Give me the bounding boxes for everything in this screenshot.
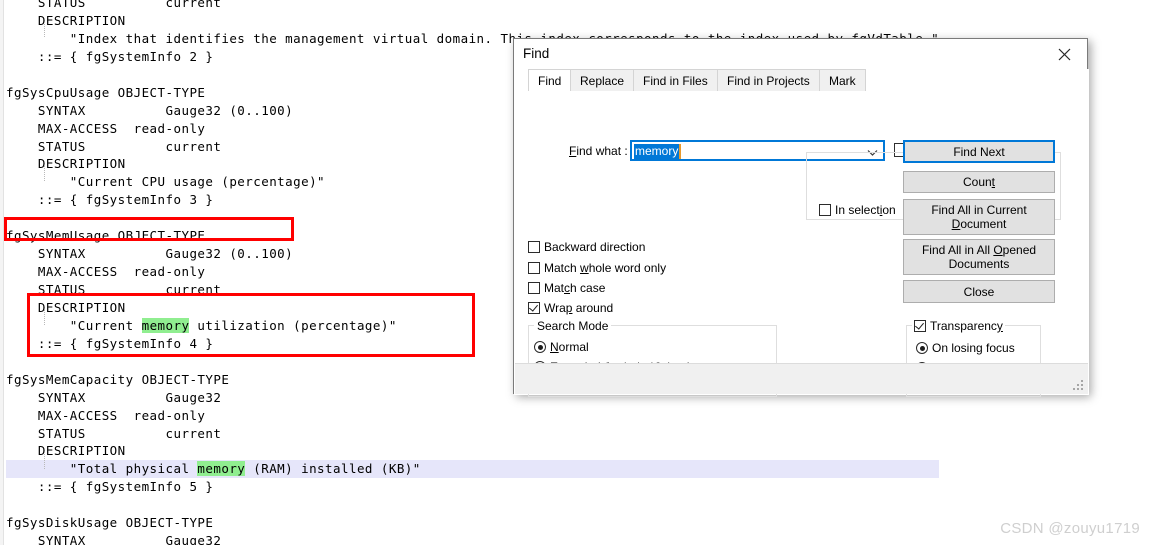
button-close[interactable]: Close: [903, 280, 1055, 303]
button-find-next[interactable]: Find Next: [903, 140, 1055, 163]
transparency-checkbox[interactable]: Transparency: [912, 319, 1005, 333]
code-line[interactable]: DESCRIPTION: [6, 442, 939, 460]
tab-find[interactable]: Find: [528, 69, 572, 92]
button-find-all-in-all-opened-documents[interactable]: Find All in All Opened Documents: [903, 239, 1055, 275]
option-match-case[interactable]: Match case: [528, 281, 605, 295]
code-line[interactable]: fgSysDiskUsage OBJECT-TYPE: [6, 514, 939, 532]
tab-replace[interactable]: Replace: [570, 69, 635, 91]
dialog-footer: [515, 363, 1088, 394]
tab-find-in-files[interactable]: Find in Files: [633, 69, 718, 91]
code-line[interactable]: [6, 496, 939, 514]
option-label: Match whole word only: [544, 261, 667, 275]
radio-label: Normal: [550, 340, 589, 354]
dialog-body: Find what : memory Backward direction Mat…: [514, 91, 1089, 397]
option-label: Backward direction: [544, 240, 646, 254]
button-label: Find Next: [953, 144, 1005, 159]
transparency-label: Transparency: [930, 319, 1003, 333]
code-line[interactable]: "Total physical memory (RAM) installed (…: [0, 460, 1150, 479]
code-line[interactable]: STATUS current: [6, 425, 939, 443]
button-label: Close: [963, 284, 995, 299]
text-caret: [679, 144, 681, 159]
find-dialog[interactable]: Find Find Replace Find in Files Find in Pro…: [513, 38, 1089, 397]
radio-icon[interactable]: [534, 341, 546, 353]
search-match-highlight: memory: [197, 461, 246, 477]
dialog-title: Find: [523, 46, 550, 61]
editor-fold-margin: [0, 0, 4, 545]
resize-grip-icon[interactable]: [1071, 378, 1083, 390]
option-label: Wrap around: [544, 301, 614, 315]
search-mode-normal[interactable]: Normal: [534, 340, 589, 354]
find-what-label: Find what :: [569, 144, 628, 158]
dialog-tabstrip[interactable]: Find Replace Find in Files Find in Projects…: [514, 69, 1089, 92]
code-line[interactable]: MAX-ACCESS read-only: [6, 407, 939, 425]
checkbox-icon[interactable]: [819, 204, 831, 216]
tab-label: Replace: [580, 74, 625, 88]
dialog-titlebar[interactable]: Find: [514, 39, 1087, 69]
transparency-on[interactable]: On losing focus: [916, 341, 1015, 355]
checkbox-icon[interactable]: [528, 282, 540, 294]
button-find-all-in-current-document[interactable]: Find All in Current Document: [903, 199, 1055, 235]
find-what-value: memory: [634, 144, 680, 159]
tab-label: Mark: [829, 74, 856, 88]
watermark: CSDN @zouyu1719: [1000, 520, 1140, 537]
option-label: Match case: [544, 281, 606, 295]
button-label: Count: [962, 175, 996, 189]
search-match-highlight: memory: [141, 317, 190, 333]
checkbox-icon[interactable]: [528, 262, 540, 274]
tab-label: Find: [538, 74, 562, 88]
code-line[interactable]: ::= { fgSystemInfo 5 }: [6, 478, 939, 496]
checkbox-icon[interactable]: [914, 320, 926, 332]
checkbox-icon[interactable]: [528, 241, 540, 253]
button-count[interactable]: Count: [903, 171, 1055, 193]
button-label: Find All in All Opened Documents: [921, 243, 1037, 271]
search-mode-title: Search Mode: [534, 319, 612, 333]
tab-mark[interactable]: Mark: [819, 69, 866, 91]
tab-find-in-projects[interactable]: Find in Projects: [717, 69, 820, 91]
option-wrap-around[interactable]: Wrap around: [528, 301, 613, 315]
indent-guide-icon: [44, 310, 46, 325]
indent-guide-icon: [44, 22, 46, 37]
tab-label: Find in Projects: [727, 74, 810, 88]
close-icon[interactable]: [1042, 39, 1087, 69]
code-line[interactable]: STATUS current: [6, 0, 939, 12]
in-selection-checkbox[interactable]: In selection: [819, 203, 896, 217]
checkbox-icon[interactable]: [528, 302, 540, 314]
screen: STATUS current DESCRIPTION "Index that i…: [0, 0, 1150, 545]
tab-label: Find in Files: [643, 74, 708, 88]
in-selection-label: In selection: [835, 203, 896, 217]
indent-guide-icon: [44, 454, 46, 469]
code-line[interactable]: DESCRIPTION: [6, 12, 939, 30]
option-match-whole-word-only[interactable]: Match whole word only: [528, 261, 666, 275]
radio-label: On losing focus: [932, 341, 1015, 355]
indent-guide-icon: [44, 166, 46, 181]
option-backward-direction[interactable]: Backward direction: [528, 240, 645, 254]
code-line[interactable]: SYNTAX Gauge32: [6, 532, 939, 545]
radio-icon[interactable]: [916, 342, 928, 354]
button-label: Find All in Current Document: [931, 203, 1027, 231]
